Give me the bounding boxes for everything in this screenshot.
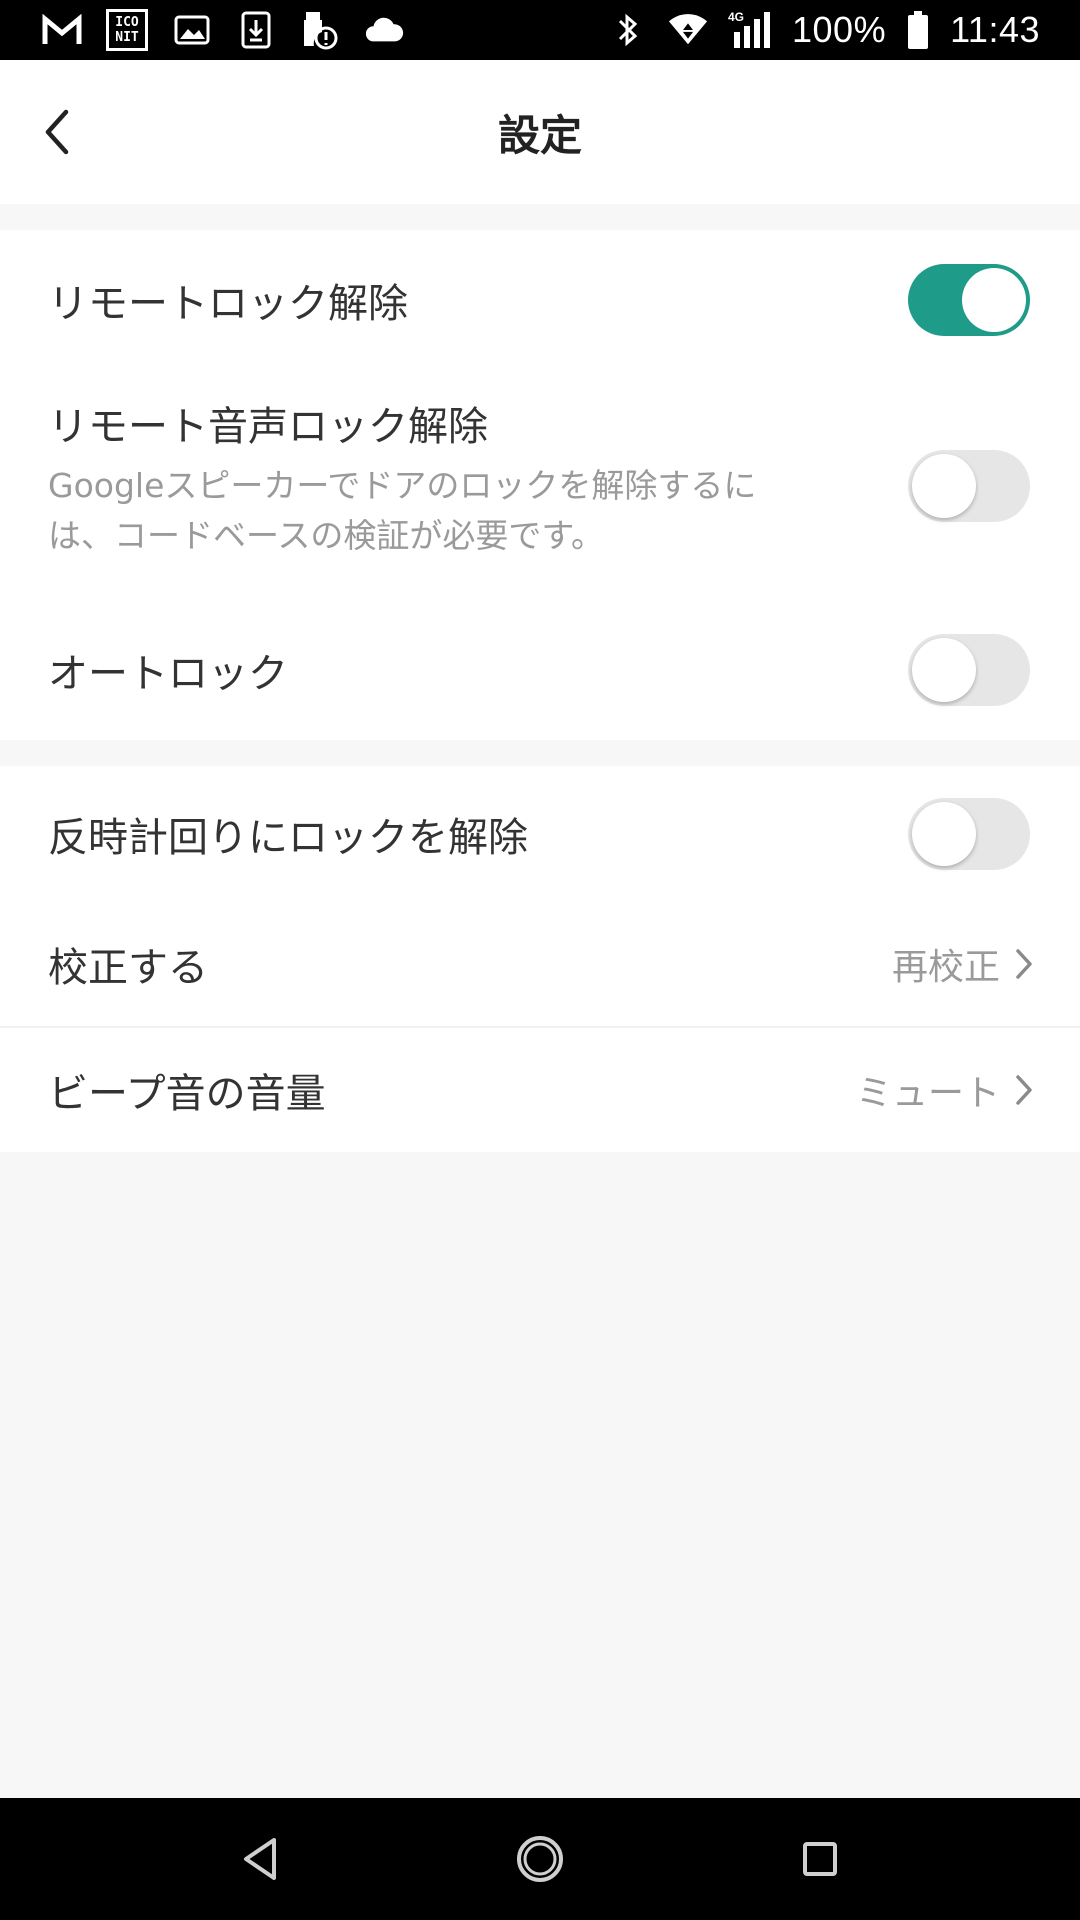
iconit-text-bottom: NIT <box>115 30 139 45</box>
image-icon <box>172 10 212 50</box>
nav-home-button[interactable] <box>500 1819 580 1899</box>
gmail-icon <box>42 10 82 50</box>
network-type: 4G <box>728 10 744 24</box>
chevron-right-icon <box>1014 1072 1038 1108</box>
toggle-knob <box>912 802 976 866</box>
calibrate-value: 再校正 <box>891 947 1000 988</box>
counterclockwise-unlock-toggle[interactable] <box>908 798 1030 870</box>
setting-row-calibrate[interactable]: 校正する 再校正 <box>0 902 1080 1026</box>
wifi-icon <box>668 10 708 50</box>
signal-icon: 4G <box>728 10 772 50</box>
toggle-knob <box>912 454 976 518</box>
app-header: 設定 <box>0 60 1080 204</box>
beep-volume-value-group: ミュート <box>856 1064 1038 1116</box>
cloud-icon <box>364 10 404 50</box>
chevron-right-icon <box>1014 946 1038 982</box>
clock: 11:43 <box>950 9 1040 50</box>
description-line: Googleスピーカーでドアのロックを解除するに <box>48 466 757 505</box>
system-nav-bar <box>0 1798 1080 1920</box>
remote-voice-unlock-toggle[interactable] <box>908 450 1030 522</box>
square-recents-icon <box>803 1842 837 1876</box>
status-left: ICO NIT <box>42 9 428 51</box>
back-button[interactable] <box>26 100 90 164</box>
description-line: は、コードベースの検証が必要です。 <box>48 516 605 555</box>
triangle-back-icon <box>244 1838 276 1880</box>
counterclockwise-unlock-label: 反時計回りにロックを解除 <box>48 815 528 861</box>
circle-home-icon <box>517 1836 563 1882</box>
status-right: 4G 100% 11:43 <box>588 9 1040 51</box>
calibrate-label: 校正する <box>48 945 208 991</box>
toggle-knob <box>962 268 1026 332</box>
iconit-icon: ICO NIT <box>106 9 148 51</box>
auto-lock-toggle[interactable] <box>908 634 1030 706</box>
settings-section-lock: リモートロック解除 リモート音声ロック解除 Googleスピーカーでドアのロック… <box>0 230 1080 740</box>
battery-icon <box>906 10 930 50</box>
setting-row-remote-unlock: リモートロック解除 <box>0 230 1080 370</box>
screen: ICO NIT 4G 100% 11:43 設定 リモートロック解除 リモート音… <box>0 0 1080 1920</box>
setting-row-beep-volume[interactable]: ビープ音の音量 ミュート <box>0 1028 1080 1152</box>
nav-back-button[interactable] <box>220 1819 300 1899</box>
remote-voice-unlock-label: リモート音声ロック解除 <box>48 404 488 450</box>
beep-volume-value: ミュート <box>855 1073 1000 1114</box>
remote-unlock-label: リモートロック解除 <box>48 281 408 327</box>
calibrate-value-group: 再校正 <box>892 938 1038 990</box>
page-title: 設定 <box>497 110 582 160</box>
nav-recents-button[interactable] <box>780 1819 860 1899</box>
download-icon <box>236 10 276 50</box>
iconit-text-top: ICO <box>115 15 139 30</box>
remote-unlock-toggle[interactable] <box>908 264 1030 336</box>
setting-row-auto-lock: オートロック <box>0 600 1080 740</box>
auto-lock-label: オートロック <box>48 651 288 697</box>
alert-icon <box>300 10 340 50</box>
remote-voice-unlock-description: Googleスピーカーでドアのロックを解除するに は、コードベースの検証が必要で… <box>48 460 756 562</box>
back-arrow-icon <box>45 109 69 155</box>
toggle-knob <box>912 638 976 702</box>
setting-row-counterclockwise-unlock: 反時計回りにロックを解除 <box>0 766 1080 902</box>
settings-section-device: 反時計回りにロックを解除 校正する 再校正 ビープ音の音量 ミュート <box>0 766 1080 1152</box>
remote-voice-unlock-text: リモート音声ロック解除 Googleスピーカーでドアのロックを解除するに は、コ… <box>48 394 756 562</box>
status-bar: ICO NIT 4G 100% 11:43 <box>0 0 1080 60</box>
battery-percent: 100% <box>792 9 887 50</box>
bluetooth-icon <box>608 10 648 50</box>
setting-row-remote-voice-unlock: リモート音声ロック解除 Googleスピーカーでドアのロックを解除するに は、コ… <box>0 370 1080 600</box>
beep-volume-label: ビープ音の音量 <box>48 1071 326 1117</box>
